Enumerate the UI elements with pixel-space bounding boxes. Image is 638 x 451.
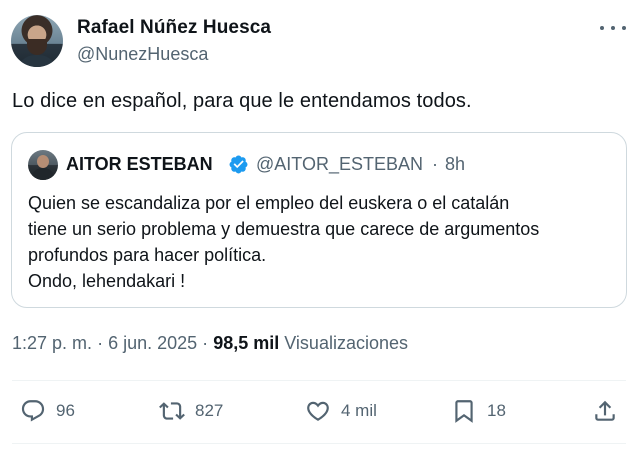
more-dot: [600, 26, 604, 30]
quoted-time[interactable]: 8h: [445, 154, 465, 175]
tweet-date[interactable]: 6 jun. 2025: [108, 333, 197, 353]
more-dot: [611, 26, 615, 30]
more-dot: [622, 26, 626, 30]
views-label[interactable]: Visualizaciones: [284, 333, 408, 353]
avatar-beard: [27, 39, 47, 55]
verified-icon: [229, 155, 248, 174]
quoted-tweet[interactable]: AITOR ESTEBAN @AITOR_ESTEBAN · 8h Quien …: [11, 132, 627, 308]
repost-icon: [159, 402, 185, 420]
views-count[interactable]: 98,5 mil: [213, 333, 279, 353]
bookmark-button[interactable]: 18: [451, 396, 506, 426]
quoted-avatar-suit: [32, 168, 54, 180]
share-button[interactable]: [592, 396, 618, 426]
more-icon[interactable]: [600, 18, 626, 38]
reply-count: 96: [56, 401, 75, 420]
quoted-avatar[interactable]: [28, 150, 58, 180]
quoted-avatar-head: [37, 155, 49, 168]
avatar-shirt: [17, 55, 57, 67]
like-count: 4 mil: [341, 401, 377, 420]
meta-separator: ·: [202, 333, 209, 353]
quoted-separator: ·: [432, 154, 438, 174]
bookmark-icon: [455, 400, 473, 423]
tweet-card: Rafael Núñez Huesca @NunezHuesca Lo dice…: [0, 0, 638, 451]
tweet-text: Lo dice en español, para que le entendam…: [12, 90, 472, 112]
repost-button[interactable]: 827: [159, 396, 223, 426]
author-avatar[interactable]: [11, 15, 63, 67]
repost-count: 827: [195, 401, 224, 420]
quoted-author-name[interactable]: AITOR ESTEBAN: [66, 154, 213, 175]
author-name[interactable]: Rafael Núñez Huesca: [77, 17, 271, 39]
reply-icon: [21, 400, 45, 422]
meta-separator: ·: [97, 333, 104, 353]
share-icon: [595, 400, 615, 421]
quoted-text: Quien se escandaliza por el empleo del e…: [28, 193, 540, 291]
like-icon: [307, 401, 329, 421]
bookmark-count: 18: [487, 401, 506, 420]
like-button[interactable]: 4 mil: [305, 396, 377, 426]
quoted-author-handle[interactable]: @AITOR_ESTEBAN: [256, 154, 423, 175]
divider-top: [12, 380, 626, 381]
divider-bottom: [12, 443, 626, 444]
reply-button[interactable]: 96: [20, 396, 75, 426]
tweet-time[interactable]: 1:27 p. m.: [12, 333, 92, 353]
tweet-meta: 1:27 p. m. · 6 jun. 2025 · 98,5 mil Visu…: [12, 333, 408, 354]
author-handle[interactable]: @NunezHuesca: [77, 44, 208, 65]
